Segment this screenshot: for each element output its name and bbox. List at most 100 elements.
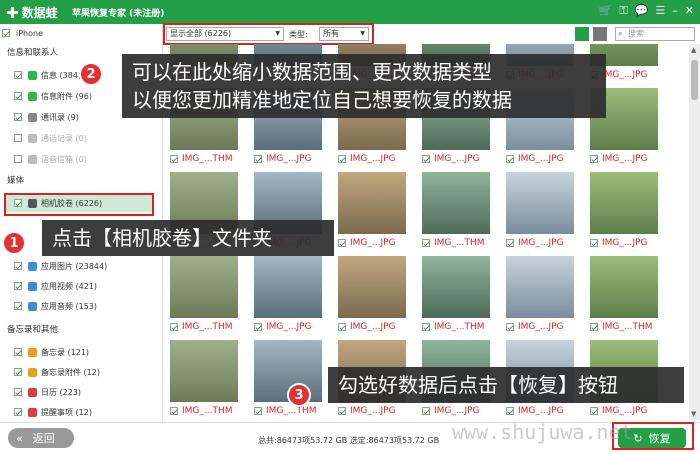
- photo-caption[interactable]: IMG_...JPG: [506, 238, 564, 248]
- scroll-up-icon[interactable]: ▲: [691, 46, 696, 54]
- photo-caption[interactable]: IMG_...JPG: [254, 154, 312, 164]
- checkbox[interactable]: [14, 368, 22, 376]
- photo-caption[interactable]: IMG_...JPG: [506, 154, 564, 164]
- photo-checkbox[interactable]: [506, 323, 514, 331]
- photo-caption[interactable]: IMG_...JPG: [254, 322, 312, 332]
- back-button[interactable]: « 返回: [8, 428, 74, 448]
- photo-caption[interactable]: IMG_...THM: [422, 238, 485, 248]
- photo-caption[interactable]: IMG_...THM: [170, 154, 233, 164]
- device-row[interactable]: iPhone: [2, 24, 43, 42]
- photo-thumbnail[interactable]: [590, 172, 658, 234]
- sidebar-item-app-audio[interactable]: 应用音频 (153): [14, 297, 97, 315]
- photo-thumbnail[interactable]: [254, 256, 322, 318]
- photo-thumbnail[interactable]: [590, 256, 658, 318]
- photo-caption[interactable]: IMG_...THM: [254, 406, 317, 416]
- chat-icon[interactable]: 💬: [635, 4, 649, 18]
- sidebar-item-call-history[interactable]: 通话记录 (0): [14, 129, 87, 147]
- photo-checkbox[interactable]: [170, 155, 178, 163]
- item-label: 语音信箱 (0): [41, 154, 87, 164]
- photo-thumbnail[interactable]: [422, 256, 490, 318]
- photo-caption[interactable]: IMG_...JPG: [506, 322, 564, 332]
- photo-thumbnail[interactable]: [422, 172, 490, 234]
- checkbox[interactable]: [14, 302, 22, 310]
- watermark: www.shujuwa.net: [452, 420, 633, 444]
- photo-checkbox[interactable]: [422, 155, 430, 163]
- photo-caption[interactable]: IMG_...THM: [170, 322, 233, 332]
- grid-view-icon[interactable]: [575, 27, 589, 41]
- sidebar-item-message-attachments[interactable]: 信息附件 (96): [14, 87, 92, 105]
- photo-caption[interactable]: IMG_...THM: [170, 406, 233, 416]
- photo-caption[interactable]: IMG_...JPG: [590, 406, 648, 416]
- photo-checkbox[interactable]: [170, 323, 178, 331]
- photo-checkbox[interactable]: [422, 239, 430, 247]
- photo-checkbox[interactable]: [506, 239, 514, 247]
- item-label: 日历 (223): [41, 387, 82, 397]
- checkbox[interactable]: [14, 262, 22, 270]
- photo-checkbox[interactable]: [590, 155, 598, 163]
- key-icon[interactable]: ⚿: [619, 4, 627, 18]
- photo-checkbox[interactable]: [506, 407, 514, 415]
- sidebar-item-app-photos[interactable]: 应用图片 (23844): [14, 257, 107, 275]
- scrollbar[interactable]: ▲ ▼: [689, 44, 700, 420]
- device-checkbox[interactable]: [2, 29, 10, 37]
- photo-caption[interactable]: IMG_...THM: [590, 322, 653, 332]
- sidebar-item-notes[interactable]: 备忘录 (121): [14, 343, 89, 361]
- photo-checkbox[interactable]: [254, 155, 262, 163]
- photo-thumbnail[interactable]: [506, 256, 574, 318]
- checkbox[interactable]: [14, 282, 22, 290]
- photo-caption[interactable]: IMG_...JPG: [338, 406, 396, 416]
- photo-thumbnail[interactable]: [338, 172, 406, 234]
- photo-checkbox[interactable]: [254, 323, 262, 331]
- minimize-icon[interactable]: –: [672, 4, 678, 18]
- photo-checkbox[interactable]: [422, 323, 430, 331]
- photo-thumbnail[interactable]: [170, 340, 238, 402]
- photo-caption[interactable]: IMG_...THM: [422, 322, 485, 332]
- close-icon[interactable]: ✕: [685, 4, 694, 18]
- photo-checkbox[interactable]: [590, 323, 598, 331]
- photo-caption[interactable]: IMG_...JPG: [590, 238, 648, 248]
- photo-caption[interactable]: IMG_...JPG: [422, 406, 480, 416]
- list-view-icon[interactable]: [593, 27, 607, 41]
- photo-caption[interactable]: IMG_...JPG: [590, 154, 648, 164]
- search-input[interactable]: ⌕ 搜索: [615, 27, 695, 41]
- photo-checkbox[interactable]: [590, 407, 598, 415]
- photo-thumbnail[interactable]: [170, 256, 238, 318]
- checkbox[interactable]: [14, 113, 22, 121]
- sidebar-item-messages[interactable]: 信息 (384): [14, 66, 81, 84]
- sidebar-item-app-videos[interactable]: 应用视频 (421): [14, 277, 97, 295]
- sidebar-item-reminders[interactable]: 提醒事项 (12): [14, 403, 92, 421]
- checkbox[interactable]: [14, 92, 22, 100]
- menu-icon[interactable]: ☰: [655, 4, 665, 18]
- photo-checkbox[interactable]: [338, 323, 346, 331]
- photo-thumbnail[interactable]: [506, 172, 574, 234]
- photo-checkbox[interactable]: [254, 407, 262, 415]
- photo-checkbox[interactable]: [338, 407, 346, 415]
- photo-checkbox[interactable]: [170, 407, 178, 415]
- sidebar-item-calendar[interactable]: 日历 (223): [14, 383, 81, 401]
- checkbox[interactable]: [14, 388, 22, 396]
- photo-caption[interactable]: IMG_...JPG: [506, 406, 564, 416]
- sidebar-item-notes-attachments[interactable]: 备忘录附件 (12): [14, 363, 100, 381]
- photo-checkbox[interactable]: [506, 155, 514, 163]
- sidebar-item-voicemail[interactable]: 语音信箱 (0): [14, 150, 87, 168]
- photo-checkbox[interactable]: [338, 155, 346, 163]
- checkbox[interactable]: [14, 155, 22, 163]
- photo-checkbox[interactable]: [422, 407, 430, 415]
- scrollbar-thumb[interactable]: [691, 60, 698, 100]
- item-label: 应用视频 (421): [41, 281, 98, 291]
- checkbox[interactable]: [14, 134, 22, 142]
- photo-caption[interactable]: IMG_...JPG: [338, 322, 396, 332]
- checkbox[interactable]: [14, 408, 22, 416]
- photo-thumbnail[interactable]: [338, 256, 406, 318]
- photo-checkbox[interactable]: [338, 239, 346, 247]
- checkbox[interactable]: [14, 348, 22, 356]
- cart-icon[interactable]: 🛒: [599, 4, 613, 18]
- photo-caption[interactable]: IMG_...JPG: [338, 154, 396, 164]
- photo-filename: IMG_...JPG: [266, 154, 312, 164]
- photo-caption[interactable]: IMG_...JPG: [422, 154, 480, 164]
- sidebar-item-contacts[interactable]: 通讯录 (9): [14, 108, 79, 126]
- photo-caption[interactable]: IMG_...JPG: [338, 238, 396, 248]
- photo-checkbox[interactable]: [590, 239, 598, 247]
- scroll-down-icon[interactable]: ▼: [691, 410, 696, 418]
- checkbox[interactable]: [14, 71, 22, 79]
